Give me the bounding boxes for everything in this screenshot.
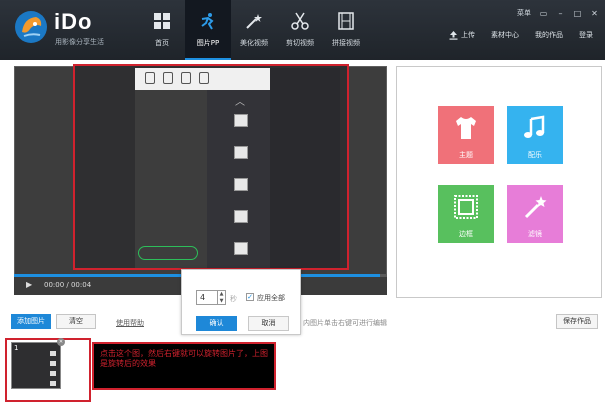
nav-cut-video-label: 剪切视频 [286, 39, 314, 47]
duration-unit: 秒 [230, 295, 237, 303]
effects-panel: 主题 配乐 边框 滤镜 [396, 66, 602, 298]
nav-beautify-video-label: 美化视频 [240, 39, 268, 47]
clear-button[interactable]: 清空 [56, 314, 96, 329]
thumbnail-content [50, 351, 58, 391]
phone-thumb [234, 210, 248, 223]
play-icon[interactable]: ▶ [26, 280, 32, 289]
spinner-arrows[interactable]: ▲ ▼ [218, 290, 226, 305]
save-work-button[interactable]: 保存作品 [556, 314, 598, 329]
menu-button[interactable]: 菜单 [517, 8, 531, 18]
time-readout: 00:00 / 00:04 [44, 281, 92, 289]
apply-all-checkbox[interactable]: ✓ [246, 293, 254, 301]
phone-top-bar [135, 68, 270, 90]
brand-name: iDo [54, 9, 93, 34]
thumbnail-image: 1 [11, 342, 61, 389]
upload-button[interactable]: 上传 [449, 30, 475, 40]
film-icon [338, 12, 354, 30]
remove-thumbnail-icon[interactable]: ✕ [57, 338, 65, 346]
help-link[interactable]: 使用帮助 [116, 318, 144, 328]
magic-wand-icon [524, 196, 547, 219]
my-works-link[interactable]: 我的作品 [535, 30, 563, 40]
close-icon[interactable]: ✕ [590, 9, 599, 18]
preview-image: ︿ [73, 64, 349, 270]
login-link[interactable]: 登录 [579, 30, 593, 40]
phone-green-pill [138, 246, 198, 260]
app-logo-icon [15, 11, 47, 43]
nav-beautify-video[interactable]: 美化视频 [231, 0, 277, 60]
duration-input[interactable]: 4 [196, 290, 218, 305]
right-nav: 上传 素材中心 我的作品 登录 [449, 30, 593, 40]
main-nav: 首页 图片PP 美化视频 剪切视频 拼接视频 [139, 0, 369, 60]
filter-tile-label: 滤镜 [528, 230, 542, 238]
chevron-up-icon: ︿ [235, 97, 245, 108]
music-note-icon [524, 115, 545, 138]
upload-icon [449, 30, 458, 40]
thumbnail-number: 1 [14, 344, 19, 352]
figure-icon [201, 13, 214, 30]
add-image-button[interactable]: 添加图片 [11, 314, 51, 329]
phone-thumb [234, 242, 248, 255]
edit-hint: 内图片单击右键可进行编辑 [303, 319, 387, 327]
filter-tile[interactable]: 滤镜 [507, 185, 563, 243]
nav-home[interactable]: 首页 [139, 0, 185, 60]
instruction-note: 点击这个图，然后右键就可以旋转图片了，上图是旋转后的效果 [92, 342, 276, 390]
nav-join-video-label: 拼接视频 [332, 39, 360, 47]
theme-tile[interactable]: 主题 [438, 106, 494, 164]
theme-tile-label: 主题 [459, 151, 473, 159]
top-bar: iDo 用影像分享生活 首页 图片PP 美化视频 剪切视频 拼接视频 菜单 ▭ … [0, 0, 605, 60]
frame-tile[interactable]: 边框 [438, 185, 494, 243]
window-controls: 菜单 ▭ – □ ✕ [517, 8, 599, 18]
material-center-link[interactable]: 素材中心 [491, 30, 519, 40]
maximize-icon[interactable]: □ [573, 9, 582, 18]
music-tile[interactable]: 配乐 [507, 106, 563, 164]
phone-thumb [234, 146, 248, 159]
brand-slogan: 用影像分享生活 [55, 38, 104, 46]
grid-icon [154, 13, 170, 29]
nav-cut-video[interactable]: 剪切视频 [277, 0, 323, 60]
magic-wand-icon [246, 14, 262, 29]
minimize-icon[interactable]: – [556, 9, 565, 18]
nav-join-video[interactable]: 拼接视频 [323, 0, 369, 60]
content-area: ︿ ▶ 00:00 / 00:04 主题 配乐 边框 滤镜 4 ▲ ▼ 秒 ✓ … [0, 60, 605, 404]
scissors-icon [291, 12, 309, 30]
frame-icon [454, 195, 478, 219]
bottom-toolbar: 添加图片 清空 使用帮助 内图片单击右键可进行编辑 保存作品 [0, 308, 605, 338]
thumbnail-item[interactable]: 1 ✕ [5, 338, 91, 402]
filmstrip: 1 ✕ 点击这个图，然后右键就可以旋转图片了，上图是旋转后的效果 [0, 338, 605, 404]
nav-photo-pp[interactable]: 图片PP [185, 0, 231, 60]
phone-thumb [234, 114, 248, 127]
phone-panel-left [135, 90, 207, 268]
music-tile-label: 配乐 [528, 151, 542, 159]
phone-thumb [234, 178, 248, 191]
frame-tile-label: 边框 [459, 230, 473, 238]
apply-all-label: 应用全部 [257, 294, 285, 302]
phone-panel-right [270, 68, 340, 268]
skin-icon[interactable]: ▭ [539, 9, 548, 18]
shirt-icon [456, 117, 476, 139]
upload-label: 上传 [461, 31, 475, 39]
nav-photo-pp-label: 图片PP [196, 39, 220, 47]
nav-home-label: 首页 [155, 39, 169, 47]
